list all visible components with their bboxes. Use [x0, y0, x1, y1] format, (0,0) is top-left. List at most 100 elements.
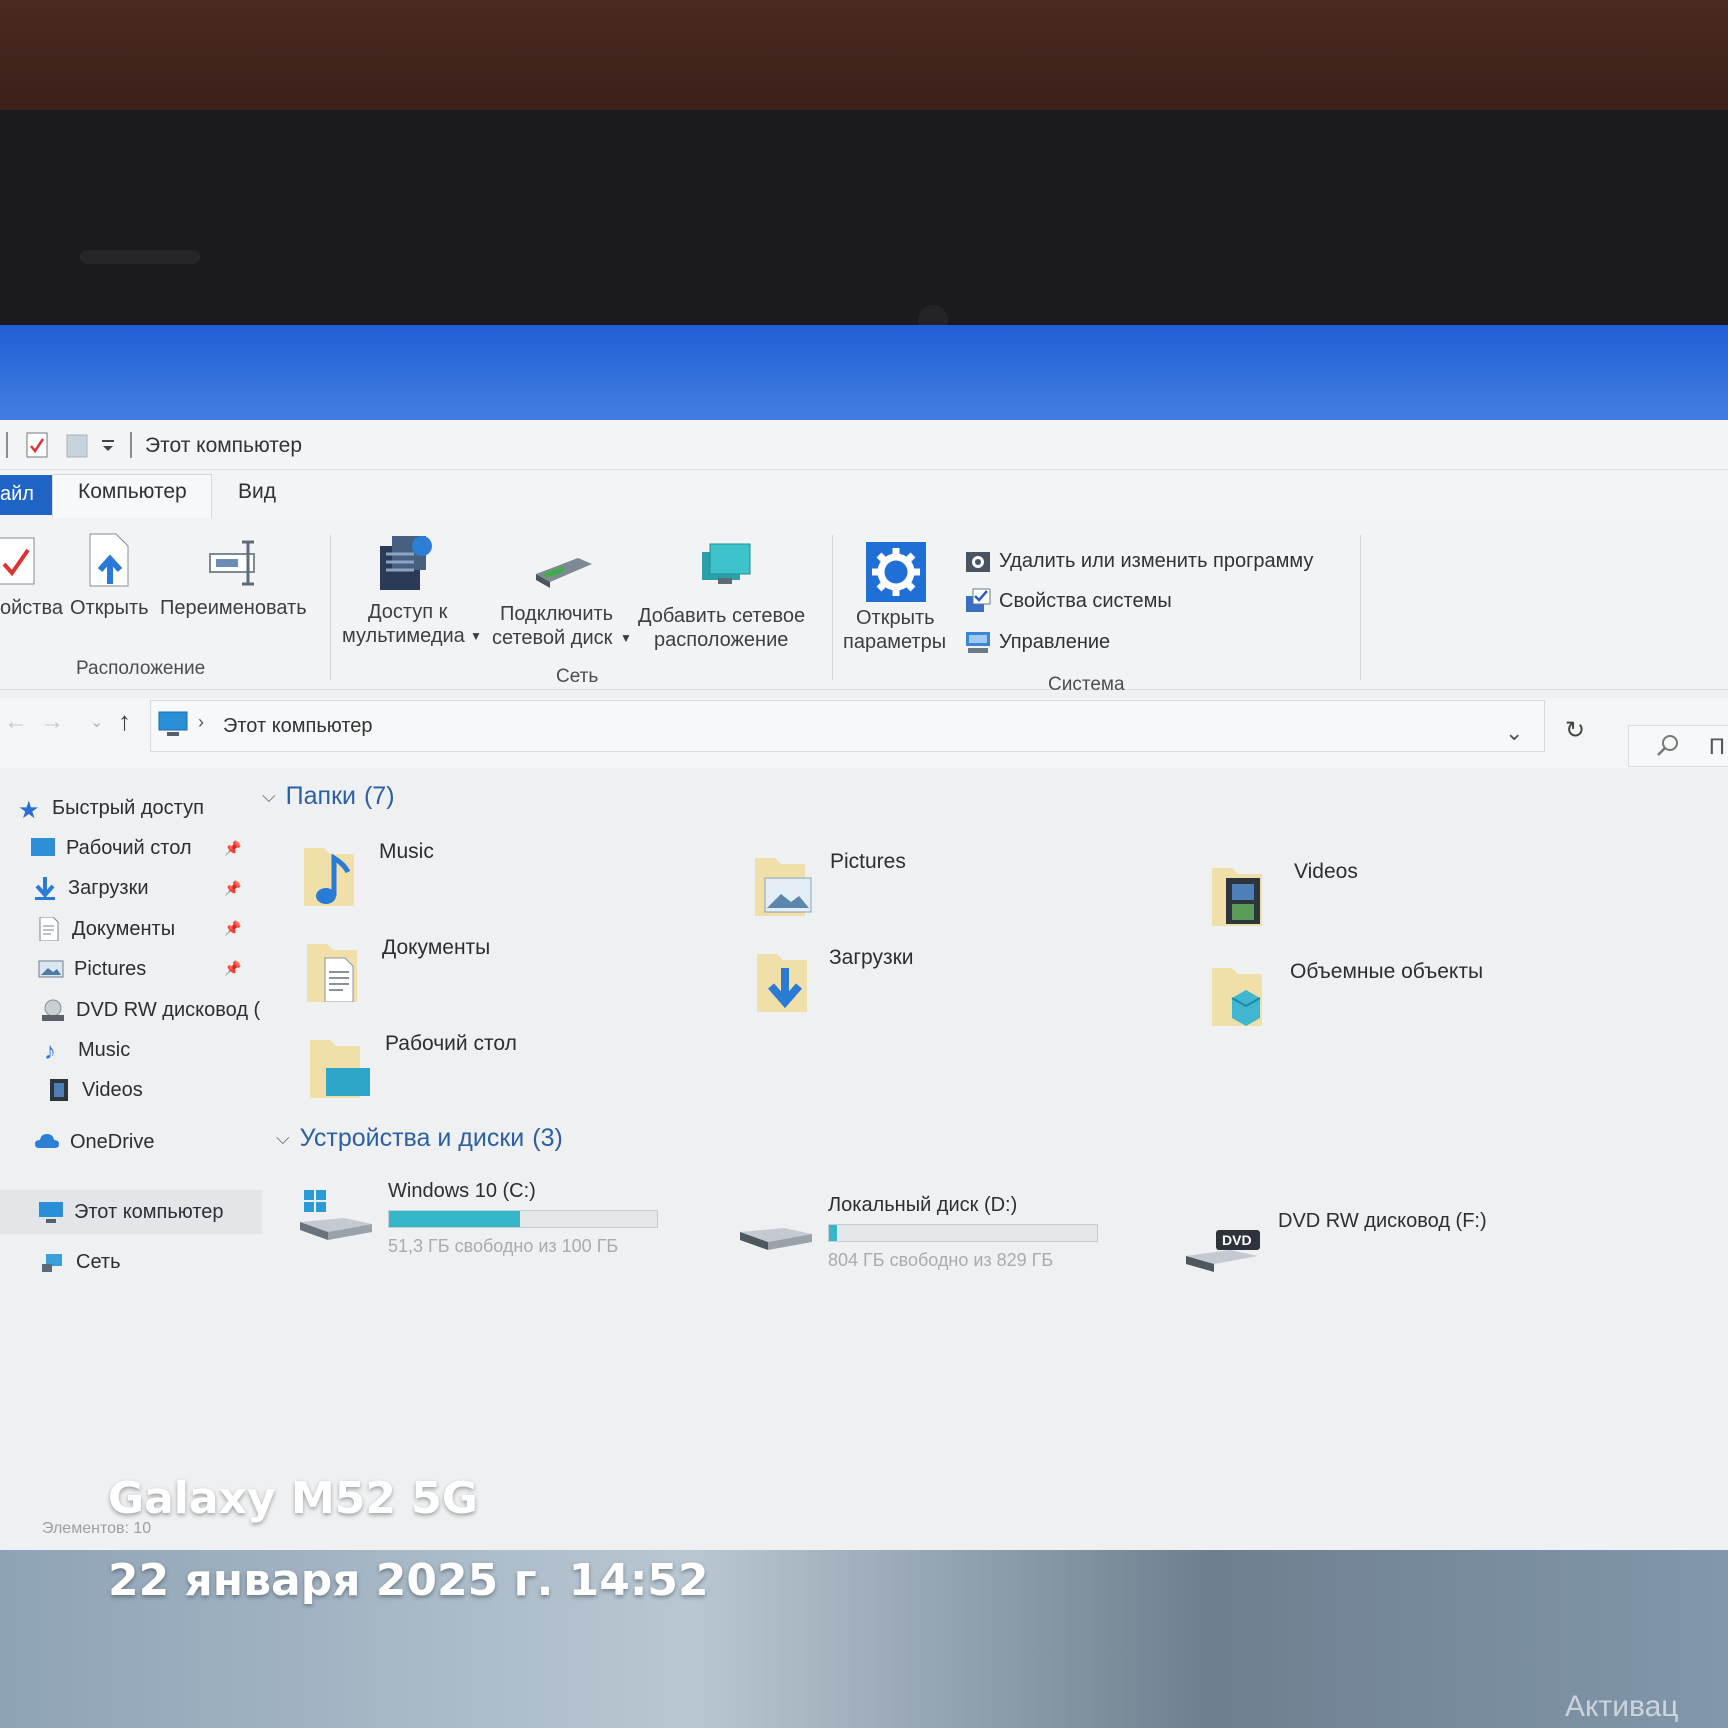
- sidebar-item-pictures[interactable]: Pictures: [38, 957, 146, 981]
- quick-access-separator: [6, 432, 8, 458]
- drive-d-usage-bar: [828, 1224, 1098, 1242]
- camera-device-label: Galaxy M52 5G: [108, 1473, 479, 1524]
- add-network-label-line1: Добавить сетевое: [638, 605, 806, 627]
- sidebar-item-downloads[interactable]: Загрузки: [32, 876, 149, 900]
- desktop-icon: [31, 838, 55, 856]
- folder-name: Рабочий стол: [385, 1032, 517, 1055]
- this-pc-icon: [39, 1202, 63, 1223]
- nav-quick-access[interactable]: ★ Быстрый доступ: [18, 796, 204, 825]
- open-icon: [89, 533, 129, 587]
- sidebar-item-label: Документы: [72, 917, 176, 940]
- download-arrow-icon: [35, 877, 55, 900]
- rename-label: Переименовать: [160, 597, 307, 619]
- media-access-dropdown-icon: ▼: [470, 629, 482, 643]
- section-devices-header[interactable]: ⌵ Устройства и диски (3): [276, 1124, 563, 1153]
- ribbon-separator: [1360, 535, 1361, 680]
- manage-button[interactable]: Управление: [965, 629, 1110, 655]
- sidebar-item-documents[interactable]: Документы: [36, 917, 175, 941]
- drive-d-usage-fill: [829, 1225, 838, 1241]
- open-settings-label-line2: параметры: [843, 631, 947, 653]
- dvd-drive-icon: [42, 999, 64, 1021]
- activation-watermark: Активац: [1565, 1690, 1679, 1723]
- sidebar-item-this-pc[interactable]: Этот компьютер: [38, 1200, 224, 1224]
- section-devices-title: Устройства и диски: [299, 1124, 525, 1152]
- group-system-label: Система: [1048, 674, 1125, 695]
- forward-arrow-icon[interactable]: →: [40, 708, 64, 736]
- section-folders-header[interactable]: ⌵ Папки (7): [262, 782, 395, 811]
- sidebar-item-label: Сеть: [76, 1250, 121, 1273]
- up-arrow-icon[interactable]: ↑: [118, 706, 131, 737]
- sidebar-item-label: Рабочий стол: [66, 836, 192, 859]
- music-folder-icon: [304, 848, 354, 906]
- folder-name: Документы: [382, 936, 491, 959]
- system-properties-icon: [966, 588, 991, 612]
- sidebar-item-label: OneDrive: [70, 1130, 155, 1153]
- tab-file[interactable]: айл: [0, 475, 52, 515]
- map-drive-label-line2: сетевой диск: [492, 627, 613, 649]
- manage-icon: [966, 632, 990, 653]
- recent-locations-chevron-icon[interactable]: ⌄: [90, 712, 103, 732]
- camera-timestamp: 22 января 2025 г. 14:52: [108, 1555, 709, 1606]
- drive-c-usage-fill: [389, 1211, 520, 1227]
- back-arrow-icon[interactable]: ←: [4, 708, 28, 736]
- drive-name: Windows 10 (C:): [388, 1180, 536, 1202]
- cloud-icon: [35, 1134, 59, 1148]
- pin-icon[interactable]: 📌: [224, 880, 241, 897]
- folder-name: Объемные объекты: [1290, 960, 1484, 983]
- bezel-logo: [80, 250, 200, 264]
- sidebar-item-label: Этот компьютер: [74, 1200, 224, 1223]
- customize-quick-access-icon[interactable]: [100, 432, 116, 458]
- document-icon: [39, 917, 59, 941]
- sidebar-item-label: Pictures: [74, 957, 147, 980]
- sidebar-item-dvd-drive[interactable]: DVD RW дисковод (: [40, 998, 260, 1022]
- pictures-icon: [38, 960, 64, 978]
- drive-c-usage-bar: [388, 1210, 658, 1228]
- system-properties-button[interactable]: Свойства системы: [965, 588, 1172, 614]
- tab-view[interactable]: Вид: [238, 480, 276, 504]
- map-drive-icon: [536, 558, 592, 588]
- open-settings-label-line1: Открыть: [856, 607, 935, 629]
- nav-quick-access-label: Быстрый доступ: [52, 796, 204, 819]
- sidebar-item-network[interactable]: Сеть: [40, 1250, 120, 1274]
- sidebar-item-desktop[interactable]: Рабочий стол: [30, 836, 192, 860]
- window-title: Этот компьютер: [145, 434, 303, 457]
- 3d-objects-folder-icon: [1212, 968, 1262, 1026]
- address-history-chevron-icon[interactable]: ⌄: [1505, 720, 1523, 746]
- star-icon: ★: [18, 797, 40, 824]
- title-bar: Этот компьютер: [0, 420, 1728, 470]
- tab-computer[interactable]: Компьютер: [78, 480, 187, 504]
- sidebar-item-onedrive[interactable]: OneDrive: [34, 1130, 154, 1154]
- open-label: Открыть: [70, 597, 149, 619]
- sidebar-item-label: DVD RW дисковод (: [76, 998, 261, 1021]
- uninstall-program-button[interactable]: Удалить или изменить программу: [965, 548, 1313, 574]
- add-network-location-icon: [702, 543, 751, 584]
- film-icon: [50, 1079, 68, 1101]
- folder-name: Music: [379, 840, 434, 863]
- search-placeholder: П: [1709, 734, 1725, 759]
- network-icon: [42, 1254, 62, 1272]
- media-access-label-line2: мультимедиа: [342, 625, 465, 647]
- music-note-icon: ♪: [44, 1038, 56, 1065]
- map-drive-dropdown-icon: ▼: [620, 631, 632, 645]
- map-drive-label-line1: Подключить: [500, 603, 614, 625]
- breadcrumb-chevron-icon[interactable]: ›: [198, 712, 204, 733]
- collapse-chevron-icon: ⌵: [276, 1128, 290, 1148]
- pictures-folder-icon: [755, 858, 812, 916]
- explorer-window: Этот компьютер айл Компьютер Вид ойства …: [0, 420, 1728, 1550]
- pin-icon[interactable]: 📌: [224, 840, 241, 857]
- collapse-chevron-icon: ⌵: [262, 786, 276, 806]
- system-properties-label: Свойства системы: [999, 589, 1172, 612]
- pin-icon[interactable]: 📌: [224, 960, 241, 977]
- drive-name: DVD RW дисковод (F:): [1278, 1210, 1487, 1232]
- properties-quick-icon[interactable]: [26, 432, 48, 458]
- pin-icon[interactable]: 📌: [224, 920, 241, 937]
- local-disk-icon: [740, 1228, 812, 1250]
- section-folders-count: (7): [363, 782, 395, 810]
- sidebar-item-music[interactable]: ♪ Music: [44, 1038, 130, 1065]
- new-folder-quick-icon[interactable]: [66, 432, 88, 458]
- gear-icon: [866, 542, 926, 602]
- sidebar-item-videos[interactable]: Videos: [46, 1078, 143, 1102]
- section-folders-title: Папки: [285, 782, 356, 810]
- refresh-icon[interactable]: ↻: [1565, 716, 1585, 745]
- breadcrumb-this-pc[interactable]: Этот компьютер: [223, 715, 373, 738]
